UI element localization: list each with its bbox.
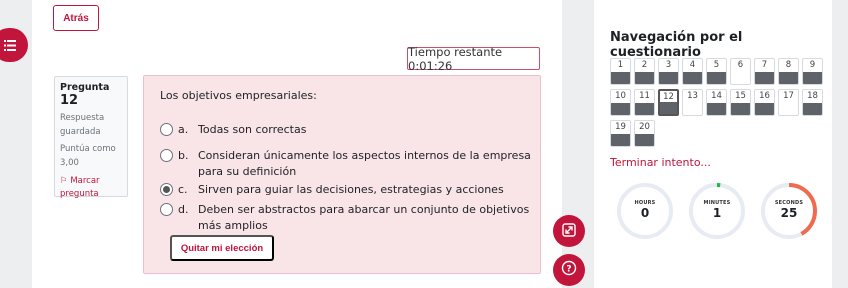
navigation-title: Navegación por el cuestionario (610, 30, 743, 60)
radio-b[interactable] (160, 149, 173, 162)
clear-choice-button[interactable]: Quitar mi elección (170, 235, 274, 261)
nav-question-state (635, 134, 654, 146)
nav-question-number: 2 (641, 60, 648, 70)
radio-c[interactable] (160, 183, 173, 196)
nav-question-button[interactable]: 14 (706, 89, 727, 116)
radio-a[interactable] (160, 123, 173, 136)
nav-question-button[interactable]: 11 (634, 89, 655, 116)
flag-icon: ⚐ (60, 176, 68, 186)
back-button[interactable]: Atrás (53, 5, 99, 31)
nav-question-number: 7 (761, 60, 768, 70)
question-status: Respuesta guardada (60, 113, 105, 137)
nav-question-number: 6 (737, 60, 744, 70)
time-remaining: Tiempo restante 0:01:26 (407, 45, 540, 73)
quiz-navigation-drawer: Navegación por el cuestionario 123456789… (594, 0, 832, 288)
nav-question-button[interactable]: 5 (706, 58, 727, 85)
nav-question-state (803, 72, 822, 84)
nav-question-button[interactable]: 10 (610, 89, 631, 116)
nav-question-number: 5 (713, 60, 720, 70)
nav-question-button[interactable]: 9 (802, 58, 823, 85)
nav-question-button[interactable]: 7 (754, 58, 775, 85)
nav-question-number: 18 (807, 91, 818, 101)
nav-question-button[interactable]: 3 (658, 58, 679, 85)
question-box: Los objetivos empresariales: a. Todas so… (143, 75, 541, 274)
nav-question-state (755, 72, 774, 84)
fullscreen-icon (562, 222, 576, 241)
nav-question-state (611, 103, 630, 115)
gauge-value: 0 (640, 206, 650, 220)
nav-question-state (683, 72, 702, 84)
nav-question-number: 3 (665, 60, 672, 70)
nav-question-button[interactable]: 2 (634, 58, 655, 85)
svg-text:?: ? (566, 265, 571, 275)
nav-question-number: 17 (783, 91, 794, 101)
countdown-minutes-gauge: MINUTES 1 (688, 182, 746, 240)
question-number: Pregunta 12 (60, 82, 110, 108)
question-info-panel: Pregunta 12 Respuesta guardada Puntúa co… (54, 76, 128, 199)
nav-question-button[interactable]: 1 (610, 58, 631, 85)
nav-question-button[interactable]: 15 (730, 89, 751, 116)
nav-question-button[interactable]: 4 (682, 58, 703, 85)
nav-question-button[interactable]: 12 (658, 89, 679, 116)
nav-question-state (635, 72, 654, 84)
nav-question-button[interactable]: 13 (682, 89, 703, 116)
nav-question-state (803, 103, 822, 115)
nav-question-number: 14 (711, 91, 722, 101)
question-grade: Puntúa como 3,00 (60, 144, 116, 168)
nav-question-number: 19 (615, 122, 626, 132)
radio-d[interactable] (160, 203, 173, 216)
nav-question-button[interactable]: 17 (778, 89, 799, 116)
countdown-hours-gauge: HOURS 0 (616, 182, 674, 240)
answer-option-d[interactable]: d. Deben ser abstractos para abarcar un … (160, 202, 533, 234)
drawer-toggle-button[interactable] (0, 28, 28, 62)
flag-question-link[interactable]: ⚐ Marcar pregunta (60, 175, 122, 201)
nav-question-number: 15 (735, 91, 746, 101)
answer-option-c[interactable]: c. Sirven para guiar las decisiones, est… (160, 182, 533, 198)
finish-attempt-link[interactable]: Terminar intento... (610, 156, 711, 169)
nav-question-button[interactable]: 16 (754, 89, 775, 116)
nav-question-button[interactable]: 20 (634, 120, 655, 147)
fullscreen-button[interactable] (553, 215, 585, 247)
nav-question-state (660, 102, 677, 114)
help-button[interactable]: ? (553, 254, 585, 286)
nav-question-state (611, 72, 630, 84)
answer-option-b[interactable]: b. Consideran únicamente los aspectos in… (160, 148, 533, 180)
nav-question-number: 1 (617, 60, 624, 70)
nav-question-number: 20 (639, 122, 650, 132)
nav-question-state (731, 103, 750, 115)
nav-question-number: 16 (759, 91, 770, 101)
nav-question-button[interactable]: 19 (610, 120, 631, 147)
gauge-value: 1 (712, 206, 722, 220)
nav-question-state (611, 134, 630, 146)
help-icon: ? (561, 260, 577, 280)
nav-question-number: 4 (689, 60, 696, 70)
list-icon (4, 36, 16, 55)
nav-question-state (635, 103, 654, 115)
nav-question-number: 11 (639, 91, 650, 101)
nav-question-number: 9 (809, 60, 816, 70)
nav-question-button[interactable]: 6 (730, 58, 751, 85)
nav-question-number: 10 (615, 91, 626, 101)
answer-option-a[interactable]: a. Todas son correctas (160, 122, 533, 138)
nav-question-state (707, 72, 726, 84)
nav-question-state (707, 103, 726, 115)
nav-question-button[interactable]: 8 (778, 58, 799, 85)
countdown-seconds-gauge: SECONDS 25 (760, 182, 818, 240)
nav-question-button[interactable]: 18 (802, 89, 823, 116)
gauge-value: 25 (780, 206, 798, 220)
nav-question-number: 8 (785, 60, 792, 70)
nav-question-state (755, 103, 774, 115)
question-text: Los objetivos empresariales: (160, 89, 317, 102)
nav-question-state (779, 72, 798, 84)
nav-question-number: 13 (687, 91, 698, 101)
nav-question-state (659, 72, 678, 84)
